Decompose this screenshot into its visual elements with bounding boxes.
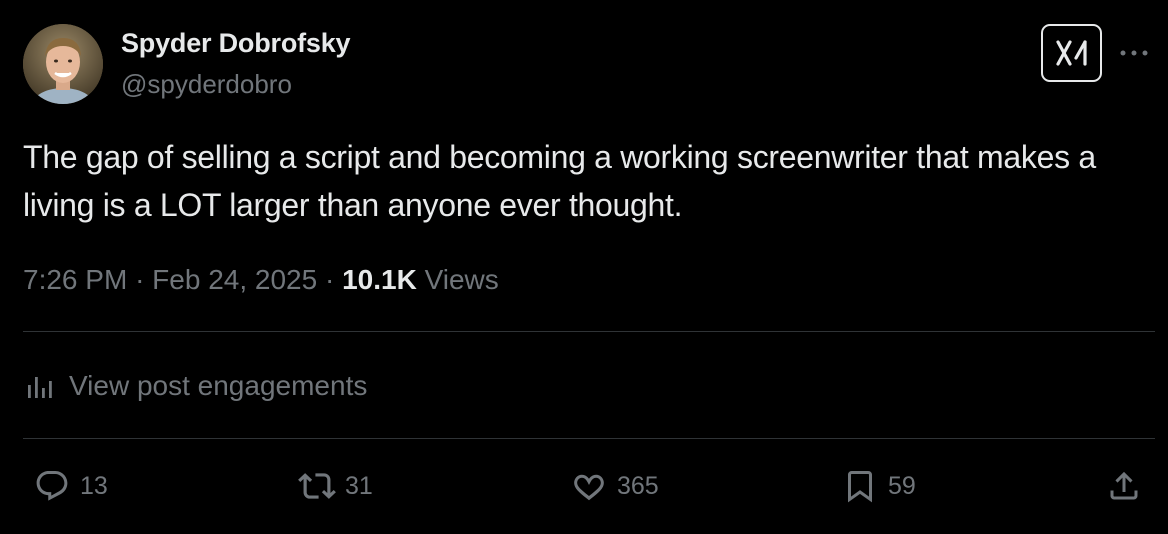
share-icon <box>1104 466 1144 506</box>
repost-button[interactable]: 31 <box>297 464 373 508</box>
author-avatar[interactable] <box>23 24 103 104</box>
author-handle[interactable]: @spyderdobro <box>121 69 292 100</box>
views-label: Views <box>424 264 499 295</box>
meta-separator: · <box>135 264 145 295</box>
views-count: 10.1K <box>342 264 417 295</box>
post-card: Spyder Dobrofsky @spyderdobro The gap of… <box>0 0 1168 534</box>
post-text: The gap of selling a script and becoming… <box>23 139 1096 223</box>
share-button[interactable] <box>1104 464 1144 508</box>
meta-separator: · <box>324 264 335 295</box>
divider <box>23 331 1155 332</box>
reply-icon <box>32 466 72 506</box>
heart-icon <box>569 466 609 506</box>
more-horizontal-icon <box>1120 50 1148 56</box>
post-date[interactable]: Feb 24, 2025 <box>152 264 317 295</box>
avatar-photo-icon <box>23 24 103 104</box>
more-options-button[interactable] <box>1116 38 1152 68</box>
repost-count: 31 <box>345 471 373 500</box>
post-meta: 7:26 PM · Feb 24, 2025 · 10.1K Views <box>23 260 499 300</box>
author-display-name[interactable]: Spyder Dobrofsky <box>121 28 351 59</box>
grok-button[interactable] <box>1041 24 1102 82</box>
repost-icon <box>297 466 337 506</box>
view-engagements-link[interactable]: View post engagements <box>23 365 367 407</box>
like-count: 365 <box>617 471 659 500</box>
bookmark-button[interactable]: 59 <box>840 464 916 508</box>
bookmark-icon <box>840 466 880 506</box>
reply-count: 13 <box>80 471 108 500</box>
grok-logo-icon <box>1055 40 1087 66</box>
reply-button[interactable]: 13 <box>32 464 108 508</box>
bookmark-count: 59 <box>888 471 916 500</box>
view-engagements-label: View post engagements <box>69 370 368 401</box>
post-time[interactable]: 7:26 PM <box>23 264 127 295</box>
analytics-bars-icon <box>23 369 57 403</box>
divider <box>23 438 1155 439</box>
like-button[interactable]: 365 <box>569 464 659 508</box>
